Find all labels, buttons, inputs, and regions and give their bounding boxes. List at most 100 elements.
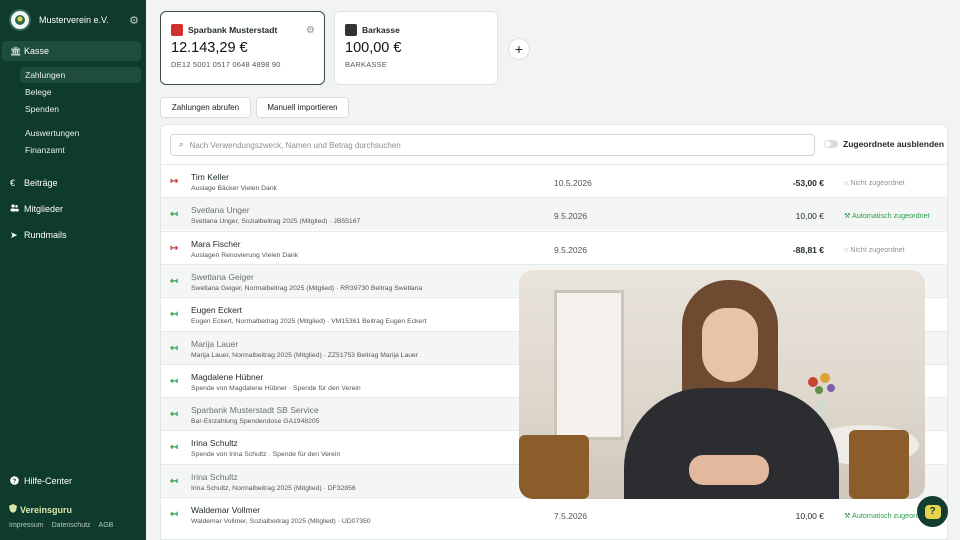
account-name: Barkasse <box>362 25 400 35</box>
payer-name: Waldemar Vollmer <box>191 505 261 515</box>
account-card-sparbank[interactable]: Sparbank Musterstadt 12.143,29 € DE12 50… <box>160 11 325 85</box>
outgoing-arrow-icon: ↦ <box>170 176 179 187</box>
incoming-arrow-icon: ↤ <box>170 309 179 321</box>
sidebar-item-rundmails[interactable]: ➤ Rundmails <box>10 227 67 243</box>
assignment-status[interactable]: ○ Nicht zugeordnet <box>844 178 905 187</box>
sidebar-item-hilfe[interactable]: ? Hilfe-Center <box>10 473 72 489</box>
payment-amount: 10,00 € <box>795 511 824 521</box>
wand-icon: ⚒ <box>844 211 853 221</box>
payment-date: 10.5.2026 <box>554 178 592 188</box>
sidebar-item-label: Spenden <box>25 104 60 114</box>
payment-purpose: Svetlana Unger, Sozialbeitrag 2025 (Mitg… <box>191 218 361 226</box>
sidebar-item-label: Rundmails <box>24 230 67 240</box>
sidebar-item-auswertungen[interactable]: Auswertungen <box>20 125 141 141</box>
toggle-switch[interactable] <box>824 140 838 148</box>
payment-purpose: Eugen Eckert, Normalbeitrag 2025 (Mitgli… <box>191 318 427 326</box>
gear-icon[interactable]: ⚙ <box>129 14 139 27</box>
sidebar-item-finanzamt[interactable]: Finanzamt <box>20 142 141 158</box>
table-row[interactable]: ↤ Waldemar Vollmer Waldemar Vollmer, Sozia… <box>161 497 947 530</box>
bank-logo-icon <box>171 24 183 36</box>
sidebar-item-kasse[interactable]: 🏛 Kasse <box>2 41 141 61</box>
payer-name: Magdalene Hübner <box>191 371 264 382</box>
footer-links: Impressum Datenschutz AGB <box>9 522 113 529</box>
table-row[interactable]: ↤ Svetlana Unger Svetlana Unger, Sozialbei… <box>161 197 947 231</box>
presenter-video[interactable] <box>519 270 925 499</box>
brand-logo[interactable]: Vereinsguru <box>9 504 72 515</box>
sidebar-item-belege[interactable]: Belege <box>20 84 141 100</box>
sidebar-item-label: Belege <box>25 87 52 97</box>
video-hands <box>689 455 769 485</box>
payment-date: 9.5.2026 <box>554 211 588 222</box>
incoming-arrow-icon: ↤ <box>170 442 179 454</box>
manual-import-button[interactable]: Manuell importieren <box>256 97 349 118</box>
euro-icon: € <box>10 178 16 188</box>
send-icon: ➤ <box>10 229 18 240</box>
incoming-arrow-icon: ↤ <box>170 275 179 287</box>
account-balance: 12.143,29 € <box>171 40 248 56</box>
account-iban: DE12 5001 0517 0648 4898 90 <box>171 60 281 69</box>
payment-purpose: Spende von Irina Schultz · Spende für de… <box>191 451 341 459</box>
search-input[interactable]: ⌕ Nach Verwendungszweck, Namen und Betra… <box>170 134 815 156</box>
agb-link[interactable]: AGB <box>99 522 114 529</box>
wand-icon: ⚒ <box>844 511 853 520</box>
members-icon <box>10 204 24 214</box>
incoming-arrow-icon: ↤ <box>170 475 179 487</box>
video-window <box>554 290 624 440</box>
sidebar-item-zahlungen[interactable]: Zahlungen <box>20 67 141 83</box>
payment-amount: -88,81 € <box>792 244 824 255</box>
sidebar-item-mitglieder[interactable]: Mitglieder <box>10 201 63 217</box>
chat-help-button[interactable]: ? <box>917 496 948 527</box>
sidebar: Musterverein e.V. ⚙ 🏛 Kasse Zahlungen Be… <box>0 0 146 540</box>
svg-text:?: ? <box>13 478 17 485</box>
video-chair <box>519 435 589 499</box>
payer-name: Swetlana Geiger <box>191 271 254 282</box>
datenschutz-link[interactable]: Datenschutz <box>52 522 91 529</box>
plus-icon: + <box>514 41 524 57</box>
sidebar-item-spenden[interactable]: Spenden <box>20 101 141 117</box>
org-switcher[interactable]: Musterverein e.V. ⚙ <box>9 8 139 32</box>
incoming-arrow-icon: ↤ <box>170 342 179 354</box>
payment-purpose: Spende von Magdalene Hübner · Spende für… <box>191 384 361 392</box>
sidebar-item-label: Mitglieder <box>24 204 64 214</box>
payment-purpose: Marija Lauer, Normalbeitrag 2025 (Mitgli… <box>191 351 419 359</box>
assignment-status[interactable]: ⚒ Automatisch zugeordnet <box>844 211 930 220</box>
payer-name: Sparbank Musterstadt SB Service <box>191 405 319 416</box>
payment-date: 7.5.2026 <box>554 511 588 521</box>
payment-purpose: Auslage Bäcker Vielen Dank <box>191 185 278 192</box>
sidebar-item-label: Hilfe-Center <box>24 476 73 486</box>
search-placeholder: Nach Verwendungszweck, Namen und Betrag … <box>189 140 401 150</box>
assignment-status[interactable]: ○ Nicht zugeordnet <box>844 245 905 254</box>
account-type: BARKASSE <box>345 60 388 69</box>
org-name: Musterverein e.V. <box>39 15 109 25</box>
incoming-arrow-icon: ↤ <box>170 509 179 520</box>
sidebar-item-label: Beiträge <box>24 178 58 188</box>
payment-purpose: Swetlana Geiger, Normalbeitrag 2025 (Mit… <box>191 284 423 292</box>
fetch-payments-button[interactable]: Zahlungen abrufen <box>160 97 251 118</box>
payer-name: Mara Fischer <box>191 238 241 249</box>
payment-date: 9.5.2026 <box>554 244 588 255</box>
payer-name: Irina Schultz <box>191 438 238 449</box>
add-account-button[interactable]: + <box>508 38 530 60</box>
sidebar-item-label: Auswertungen <box>25 128 80 138</box>
chat-help-icon: ? <box>924 504 941 519</box>
bank-icon: 🏛 <box>10 45 22 56</box>
table-row[interactable]: ↦ Tim Keller Auslage Bäcker Vielen Dank 10.… <box>161 164 947 197</box>
incoming-arrow-icon: ↤ <box>170 409 179 421</box>
payer-name: Marija Lauer <box>191 338 239 349</box>
account-name: Sparbank Musterstadt <box>188 25 278 35</box>
sidebar-item-label: Kasse <box>24 46 50 56</box>
brand-name: Vereinsguru <box>20 504 73 515</box>
impressum-link[interactable]: Impressum <box>9 522 44 529</box>
gear-icon[interactable]: ⚙ <box>306 25 315 36</box>
sidebar-item-beitraege[interactable]: € Beiträge <box>10 175 58 191</box>
help-icon: ? <box>10 475 24 487</box>
hide-assigned-toggle[interactable]: Zugeordnete ausblenden <box>824 139 944 149</box>
table-row[interactable]: ↦ Mara Fischer Auslagen Renovierung Vielen… <box>161 230 947 264</box>
payment-purpose: Waldemar Vollmer, Sozialbeitrag 2025 (Mi… <box>191 518 371 525</box>
video-face <box>702 308 758 382</box>
cash-icon <box>345 24 357 36</box>
incoming-arrow-icon: ↤ <box>170 209 179 221</box>
incoming-arrow-icon: ↤ <box>170 375 179 387</box>
search-icon: ⌕ <box>179 140 184 149</box>
account-card-barkasse[interactable]: Barkasse 100,00 € BARKASSE <box>334 11 498 85</box>
